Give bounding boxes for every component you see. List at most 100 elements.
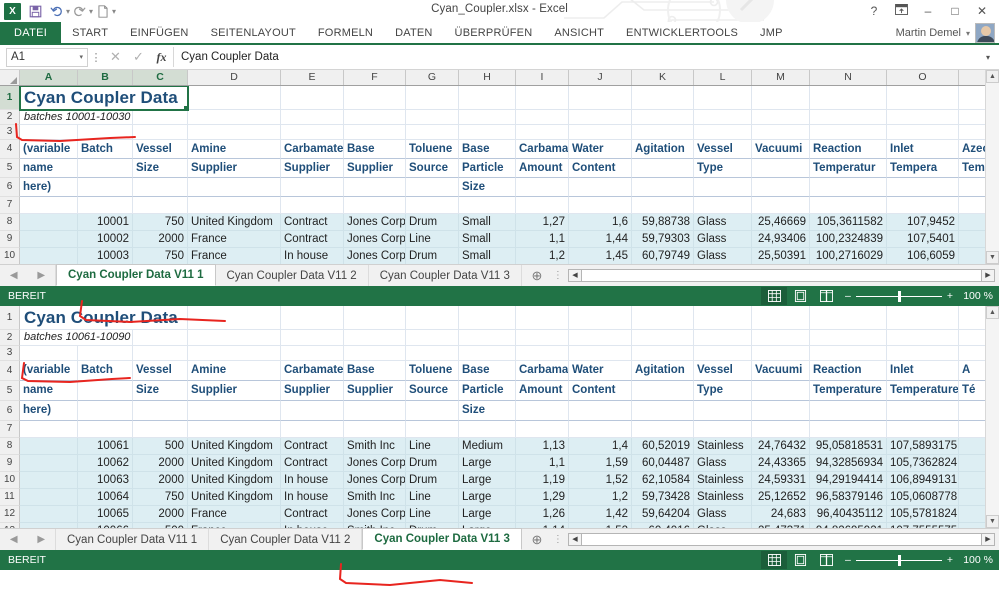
column-header-m[interactable]: M bbox=[752, 70, 810, 85]
page-layout-view-icon[interactable] bbox=[787, 287, 813, 305]
name-box[interactable]: A1 ▾ bbox=[6, 48, 88, 67]
cell[interactable]: 10061 bbox=[78, 438, 133, 455]
cell[interactable] bbox=[694, 306, 752, 330]
formula-bar-buttons[interactable]: ✕ ✓ fx bbox=[104, 47, 173, 67]
page-title[interactable]: Cyan Coupler Data bbox=[20, 86, 188, 110]
cell[interactable]: 750 bbox=[133, 214, 188, 231]
cell[interactable]: 96,58379146 bbox=[810, 489, 887, 506]
cell[interactable]: Contract bbox=[281, 231, 344, 248]
cell[interactable]: Medium bbox=[459, 438, 516, 455]
table-row[interactable]: 1010003750FranceIn houseJones CorpDrumSm… bbox=[0, 248, 999, 264]
cell[interactable] bbox=[281, 125, 344, 140]
row-header-4[interactable]: 4 bbox=[0, 361, 20, 381]
cell[interactable]: Drum bbox=[406, 472, 459, 489]
next-sheet-icon[interactable]: ▶ bbox=[37, 270, 45, 281]
cell[interactable]: 1,6 bbox=[569, 214, 632, 231]
subtitle[interactable]: batches 10061-10090 bbox=[20, 330, 133, 346]
cell[interactable] bbox=[78, 125, 133, 140]
cell[interactable] bbox=[406, 125, 459, 140]
zoom-thumb[interactable] bbox=[898, 291, 901, 302]
cell[interactable] bbox=[887, 86, 959, 110]
cell[interactable] bbox=[632, 197, 694, 214]
prev-sheet-icon[interactable]: ◀ bbox=[10, 534, 18, 545]
cell[interactable]: Line bbox=[406, 506, 459, 523]
cell[interactable]: Vessel bbox=[694, 361, 752, 381]
cell[interactable]: Carbamat bbox=[516, 140, 569, 159]
row-header-7[interactable]: 7 bbox=[0, 197, 20, 214]
cell[interactable] bbox=[887, 110, 959, 125]
status-right-top[interactable]: – + 100 % bbox=[761, 287, 999, 305]
cell[interactable] bbox=[459, 125, 516, 140]
close-icon[interactable]: ✕ bbox=[969, 2, 995, 20]
row-header-2[interactable]: 2 bbox=[0, 330, 20, 346]
cell[interactable] bbox=[281, 330, 344, 346]
cell[interactable] bbox=[78, 346, 133, 361]
cell[interactable] bbox=[516, 306, 569, 330]
cell[interactable]: 100,2716029 bbox=[810, 248, 887, 264]
cell[interactable] bbox=[516, 421, 569, 438]
cell[interactable]: Drum bbox=[406, 455, 459, 472]
cell[interactable]: France bbox=[188, 506, 281, 523]
cell[interactable] bbox=[406, 401, 459, 421]
tab-seitenlayout[interactable]: SEITENLAYOUT bbox=[200, 22, 307, 43]
normal-view-icon[interactable] bbox=[761, 287, 787, 305]
tab-split-handle[interactable]: ⋮ bbox=[552, 265, 564, 286]
expand-formula-bar-icon[interactable]: ▾ bbox=[979, 53, 997, 62]
cell[interactable] bbox=[344, 346, 406, 361]
cell[interactable]: 10066 bbox=[78, 523, 133, 528]
help-icon[interactable]: ? bbox=[861, 2, 887, 20]
cell[interactable] bbox=[569, 125, 632, 140]
cell[interactable]: 105,0608778 bbox=[887, 489, 959, 506]
cell[interactable]: 24,43365 bbox=[752, 455, 810, 472]
cell[interactable] bbox=[406, 178, 459, 197]
cell[interactable]: Vacuumi bbox=[752, 140, 810, 159]
cell[interactable] bbox=[694, 346, 752, 361]
cell[interactable]: Content bbox=[569, 159, 632, 178]
cell[interactable] bbox=[78, 178, 133, 197]
cell[interactable] bbox=[459, 306, 516, 330]
vertical-scrollbar-top[interactable]: ▲ ▼ bbox=[985, 70, 999, 264]
cell[interactable]: 1,14 bbox=[516, 523, 569, 528]
row-header-1[interactable]: 1 bbox=[0, 306, 20, 330]
cell[interactable]: 1,2 bbox=[569, 489, 632, 506]
sheet-tab-3[interactable]: Cyan Coupler Data V11 3 bbox=[362, 528, 522, 550]
table-row[interactable]: 810061500United KingdomContractSmith Inc… bbox=[0, 438, 999, 455]
cell[interactable]: 2000 bbox=[133, 472, 188, 489]
cell[interactable] bbox=[752, 86, 810, 110]
grid-bottom[interactable]: 1Cyan Coupler Data2batches 10061-1009034… bbox=[0, 306, 999, 528]
cell[interactable] bbox=[632, 421, 694, 438]
cell[interactable]: United Kingdom bbox=[188, 472, 281, 489]
sheet-tab-3[interactable]: Cyan Coupler Data V11 3 bbox=[369, 265, 522, 286]
cell[interactable]: 25,12652 bbox=[752, 489, 810, 506]
cell[interactable] bbox=[569, 421, 632, 438]
cell[interactable]: Jones Corp bbox=[344, 248, 406, 264]
cell[interactable] bbox=[459, 110, 516, 125]
column-header-f[interactable]: F bbox=[344, 70, 406, 85]
column-header-row-top[interactable]: ABCDEFGHIJKLMNOP bbox=[0, 70, 999, 86]
cell[interactable] bbox=[516, 178, 569, 197]
scroll-up-icon[interactable]: ▲ bbox=[986, 70, 999, 83]
cell[interactable]: Supplier bbox=[281, 159, 344, 178]
row-header-3[interactable]: 3 bbox=[0, 346, 20, 361]
cell[interactable]: France bbox=[188, 248, 281, 264]
tab-formeln[interactable]: FORMELN bbox=[307, 22, 384, 43]
cell[interactable] bbox=[20, 523, 78, 528]
column-header-n[interactable]: N bbox=[810, 70, 887, 85]
cell[interactable]: United Kingdom bbox=[188, 438, 281, 455]
cell[interactable]: Supplier bbox=[344, 159, 406, 178]
cell[interactable]: Line bbox=[406, 231, 459, 248]
cell[interactable] bbox=[810, 110, 887, 125]
tab-ueberpruefen[interactable]: ÜBERPRÜFEN bbox=[444, 22, 544, 43]
cell[interactable] bbox=[188, 178, 281, 197]
page-break-preview-icon[interactable] bbox=[813, 287, 839, 305]
row-header-12[interactable]: 12 bbox=[0, 506, 20, 523]
cell[interactable] bbox=[133, 197, 188, 214]
cell[interactable] bbox=[281, 197, 344, 214]
cell[interactable]: 105,3611582 bbox=[810, 214, 887, 231]
cell[interactable]: (variable bbox=[20, 140, 78, 159]
window-controls[interactable]: ? – □ ✕ bbox=[861, 2, 995, 20]
cell[interactable] bbox=[887, 401, 959, 421]
cell[interactable]: Large bbox=[459, 472, 516, 489]
cell[interactable]: Supplier bbox=[344, 381, 406, 401]
cell[interactable]: Line bbox=[406, 438, 459, 455]
